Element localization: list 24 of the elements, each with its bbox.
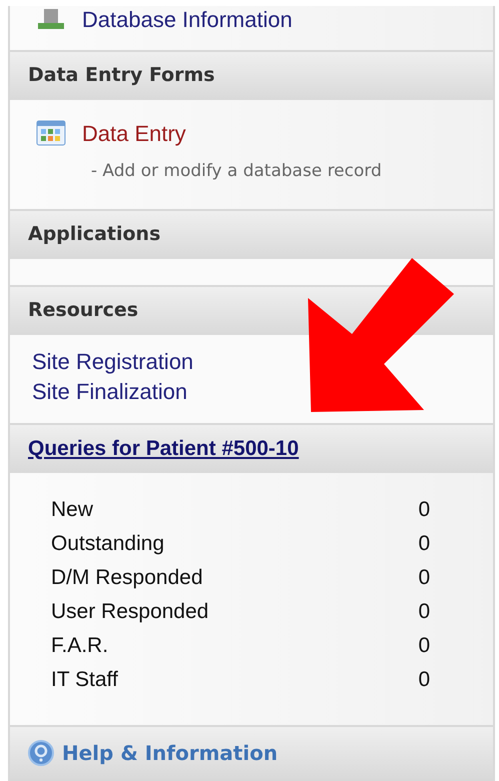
query-count: 0 <box>418 632 430 659</box>
link-description: - Add or modify a database record <box>91 160 383 183</box>
resource-link[interactable]: Site Finalization <box>32 376 188 406</box>
section-title: Applications <box>28 222 160 248</box>
query-label: IT Staff <box>51 666 118 693</box>
section-title: Data Entry Forms <box>28 63 215 88</box>
queries-link[interactable]: Queries for Patient #500-10 <box>28 432 299 464</box>
section-title: Resources <box>28 298 138 324</box>
query-count: 0 <box>418 598 430 625</box>
query-label: User Responded <box>51 598 209 625</box>
query-count: 0 <box>418 530 430 557</box>
query-label: F.A.R. <box>51 632 108 659</box>
help-link[interactable]: Help & Information <box>62 738 278 768</box>
query-count: 0 <box>418 564 430 591</box>
query-label: D/M Responded <box>51 564 203 591</box>
table-icon <box>36 120 66 146</box>
query-label: Outstanding <box>51 530 164 557</box>
resource-link[interactable]: Site Registration <box>32 346 194 376</box>
query-count: 0 <box>418 496 430 523</box>
query-count: 0 <box>418 666 430 693</box>
nav-link[interactable]: Data Entry <box>82 120 186 147</box>
help-icon <box>28 740 54 766</box>
building-icon <box>36 8 66 31</box>
query-label: New <box>51 496 94 523</box>
